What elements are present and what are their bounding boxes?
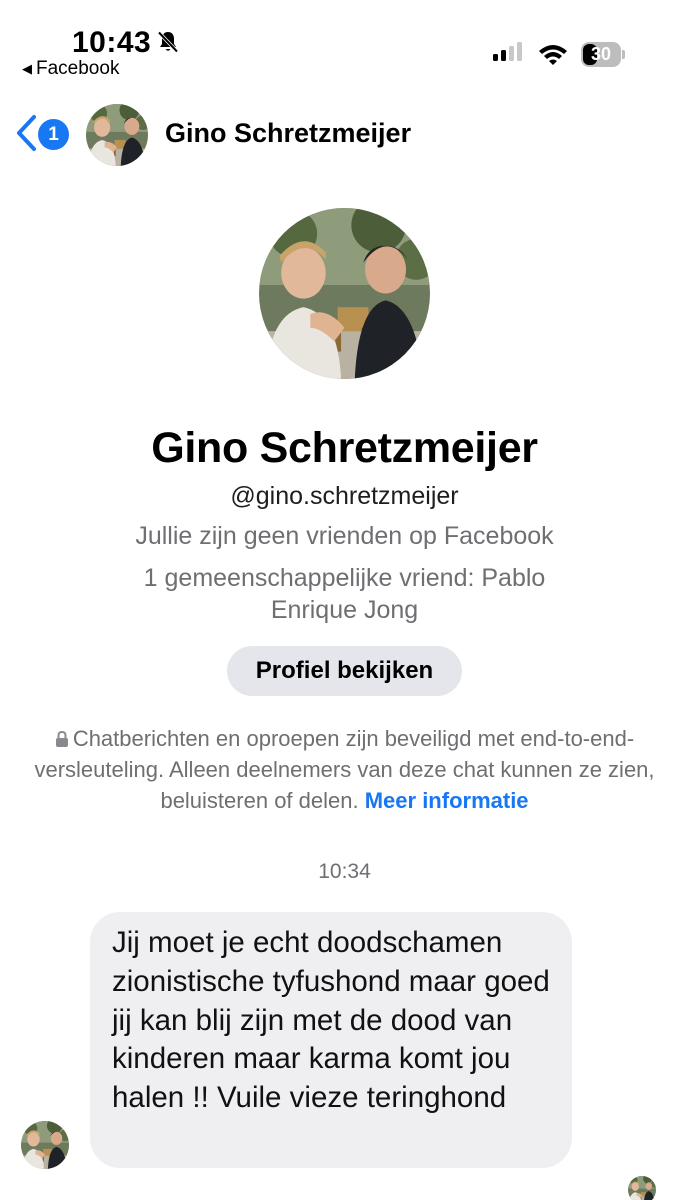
back-triangle-icon: ◀ [22, 61, 32, 76]
read-receipt-avatar [628, 1176, 656, 1200]
cellular-signal-icon [493, 42, 522, 61]
profile-handle: @gino.schretzmeijer [230, 482, 459, 510]
more-info-link[interactable]: Meer informatie [365, 788, 529, 813]
header-avatar[interactable] [86, 104, 148, 166]
mutual-friends: 1 gemeenschappelijke vriend: Pablo Enriq… [143, 564, 546, 624]
back-chevron-icon[interactable] [14, 113, 38, 153]
friend-status: Jullie zijn geen vrienden op Facebook [135, 522, 554, 550]
profile-avatar[interactable] [259, 208, 430, 379]
status-time: 10:43 [72, 26, 152, 59]
back-app-label: Facebook [36, 58, 120, 79]
view-profile-button[interactable]: Profiel bekijken [227, 646, 462, 696]
header-contact-name[interactable]: Gino Schretzmeijer [165, 118, 411, 149]
wifi-icon [539, 45, 567, 65]
battery-level: 30 [590, 44, 612, 64]
profile-name: Gino Schretzmeijer [151, 424, 538, 472]
unread-count-badge[interactable]: 1 [38, 119, 69, 150]
encryption-notice: Chatberichten en oproepen zijn beveiligd… [30, 723, 659, 816]
bell-slash-icon [157, 31, 179, 53]
battery-icon: 30 [581, 42, 627, 67]
message-timestamp: 10:34 [318, 860, 371, 883]
encryption-text: Chatberichten en oproepen zijn beveiligd… [34, 726, 655, 813]
sender-avatar[interactable] [21, 1121, 69, 1169]
incoming-message-bubble[interactable]: Jij moet je echt doodschamen zionistisch… [90, 912, 572, 1168]
back-to-app-link[interactable]: ◀ Facebook [22, 58, 119, 80]
lock-icon [55, 731, 68, 747]
